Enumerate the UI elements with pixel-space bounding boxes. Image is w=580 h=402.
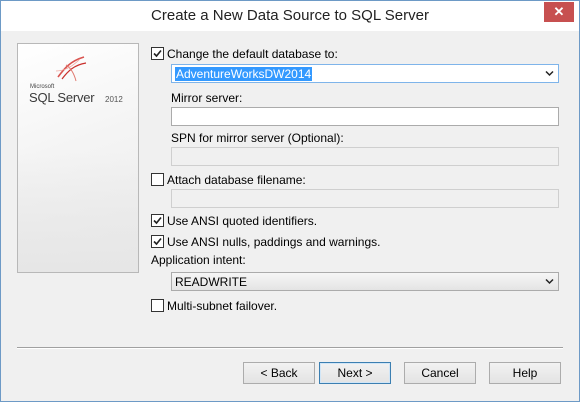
title-bar: Create a New Data Source to SQL Server ✕: [1, 1, 579, 31]
next-button[interactable]: Next >: [319, 362, 391, 384]
close-icon[interactable]: ✕: [544, 2, 574, 22]
sql-server-logo-panel: Microsoft SQL Server 2012: [17, 43, 139, 273]
change-default-db-checkbox[interactable]: [151, 47, 164, 60]
checkmark-icon: [153, 216, 162, 225]
logo-panel-gradient: [18, 152, 138, 272]
sql-server-logo-icon: [55, 56, 87, 82]
checkmark-icon: [153, 237, 162, 246]
window-title: Create a New Data Source to SQL Server: [151, 7, 429, 24]
ansi-quoted-checkbox[interactable]: [151, 214, 164, 227]
help-button[interactable]: Help: [489, 362, 561, 384]
ansi-nulls-checkbox[interactable]: [151, 235, 164, 248]
checkmark-icon: [153, 49, 162, 58]
dialog-window: Create a New Data Source to SQL Server ✕…: [0, 0, 580, 402]
multi-subnet-label: Multi-subnet failover.: [167, 299, 278, 313]
logo-version-text: 2012: [105, 95, 123, 104]
application-intent-select[interactable]: READWRITE: [171, 272, 559, 291]
change-default-db-label: Change the default database to:: [167, 47, 338, 61]
database-value: AdventureWorksDW2014: [175, 67, 313, 81]
cancel-button[interactable]: Cancel: [404, 362, 476, 384]
application-intent-label: Application intent:: [151, 253, 246, 267]
attach-db-filename-input[interactable]: [171, 189, 559, 208]
spn-input[interactable]: [171, 147, 559, 166]
multi-subnet-checkbox[interactable]: [151, 299, 164, 312]
mirror-server-input[interactable]: [171, 107, 559, 126]
chevron-down-icon: [545, 70, 554, 77]
ansi-nulls-label: Use ANSI nulls, paddings and warnings.: [167, 235, 381, 249]
attach-db-label: Attach database filename:: [167, 173, 306, 187]
application-intent-value: READWRITE: [175, 275, 247, 289]
spn-label: SPN for mirror server (Optional):: [171, 131, 344, 145]
back-button[interactable]: < Back: [243, 362, 315, 384]
attach-db-checkbox[interactable]: [151, 173, 164, 186]
ansi-quoted-label: Use ANSI quoted identifiers.: [167, 214, 318, 228]
mirror-server-label: Mirror server:: [171, 91, 243, 105]
chevron-down-icon: [545, 278, 554, 285]
footer-divider: [17, 347, 563, 349]
database-select[interactable]: AdventureWorksDW2014: [171, 64, 559, 83]
logo-product-text: SQL Server: [29, 90, 95, 105]
